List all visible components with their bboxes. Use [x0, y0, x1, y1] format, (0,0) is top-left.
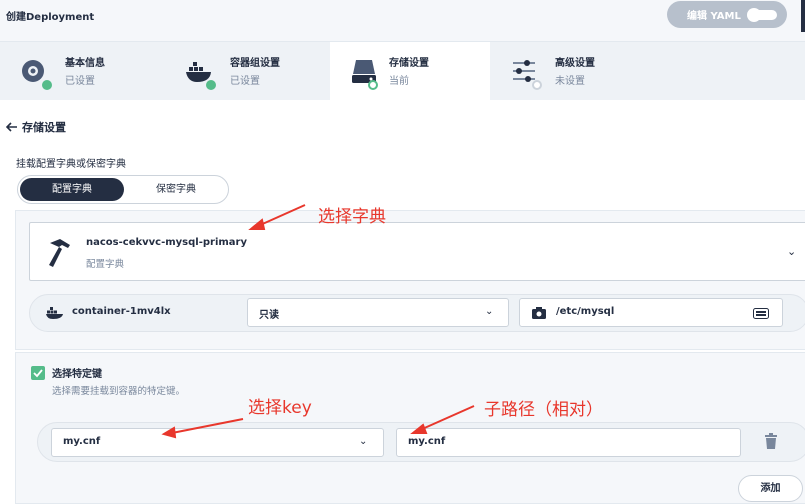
step-advanced-settings[interactable]: 高级设置 未设置: [490, 42, 655, 100]
configmap-type: 配置字典: [86, 259, 125, 270]
step-status: 已设置: [65, 76, 95, 87]
access-mode-select[interactable]: 只读 ⌄: [247, 298, 509, 327]
step-current-dot: [368, 80, 378, 90]
hammer-icon: [49, 239, 70, 267]
step-status: 当前: [389, 76, 409, 87]
step-done-dot: [206, 80, 216, 90]
keyboard-icon[interactable]: [753, 308, 769, 319]
back-link[interactable]: 存储设置: [6, 119, 66, 135]
back-arrow-icon: [6, 122, 17, 132]
mount-type-switch: 配置字典 保密字典: [17, 175, 229, 204]
toggle-switch-icon[interactable]: [746, 7, 777, 22]
configmap-name: nacos-cekvvc-mysql-primary: [86, 237, 248, 248]
specific-keys-description: 选择需要挂载到容器的特定键。: [52, 386, 186, 397]
step-pending-dot: [532, 80, 542, 90]
trash-icon[interactable]: [764, 432, 778, 450]
step-navigation: 基本信息 已设置 容器组设置 已设置 存储设置 当前 高级设置 未设置: [0, 42, 805, 100]
step-storage-settings[interactable]: 存储设置 当前: [330, 42, 490, 100]
camera-icon: [532, 307, 546, 319]
tab-configmap[interactable]: 配置字典: [20, 178, 124, 201]
step-status: 未设置: [555, 76, 585, 87]
configmap-select[interactable]: nacos-cekvvc-mysql-primary 配置字典 ⌄: [29, 222, 805, 281]
page-header: 创建Deployment 编辑 YAML: [0, 0, 805, 42]
key-select[interactable]: my.cnf ⌄: [51, 428, 384, 457]
access-mode-value: 只读: [259, 310, 279, 321]
edit-yaml-toggle[interactable]: 编辑 YAML: [667, 1, 787, 28]
chevron-down-icon: ⌄: [359, 436, 368, 447]
sub-path-input[interactable]: my.cnf: [396, 428, 741, 457]
header-edge: [801, 0, 805, 32]
page-title: 创建Deployment: [6, 12, 95, 23]
annotation-sub-path: 子路径（相对）: [484, 400, 603, 420]
step-name: 容器组设置: [230, 58, 280, 69]
mount-path-input[interactable]: /etc/mysql: [519, 298, 783, 327]
annotation-choose-key: 选择key: [248, 398, 312, 418]
docker-whale-icon: [46, 307, 63, 319]
step-container-settings[interactable]: 容器组设置 已设置: [165, 42, 330, 100]
mount-path-value: /etc/mysql: [556, 306, 615, 317]
container-name: container-1mv4lx: [72, 306, 171, 317]
add-key-button[interactable]: 添加: [738, 475, 803, 502]
section-title: 存储设置: [22, 121, 66, 134]
tab-secret[interactable]: 保密字典: [126, 178, 226, 201]
step-done-dot: [42, 80, 52, 90]
checkmark-icon: [33, 369, 43, 378]
specific-keys-label: 选择特定键: [52, 369, 102, 380]
step-name: 基本信息: [65, 58, 105, 69]
mount-type-label: 挂载配置字典或保密字典: [16, 159, 126, 170]
annotation-choose-dict: 选择字典: [318, 207, 386, 227]
chevron-down-icon: ⌄: [787, 245, 797, 258]
step-status: 已设置: [230, 76, 260, 87]
step-name: 存储设置: [389, 58, 429, 69]
sub-path-value: my.cnf: [408, 436, 446, 447]
edit-yaml-label: 编辑 YAML: [687, 11, 741, 22]
step-basic-info[interactable]: 基本信息 已设置: [0, 42, 165, 100]
key-value: my.cnf: [63, 436, 101, 447]
chevron-down-icon: ⌄: [485, 306, 494, 317]
specific-keys-checkbox[interactable]: [31, 366, 45, 380]
step-name: 高级设置: [555, 58, 595, 69]
